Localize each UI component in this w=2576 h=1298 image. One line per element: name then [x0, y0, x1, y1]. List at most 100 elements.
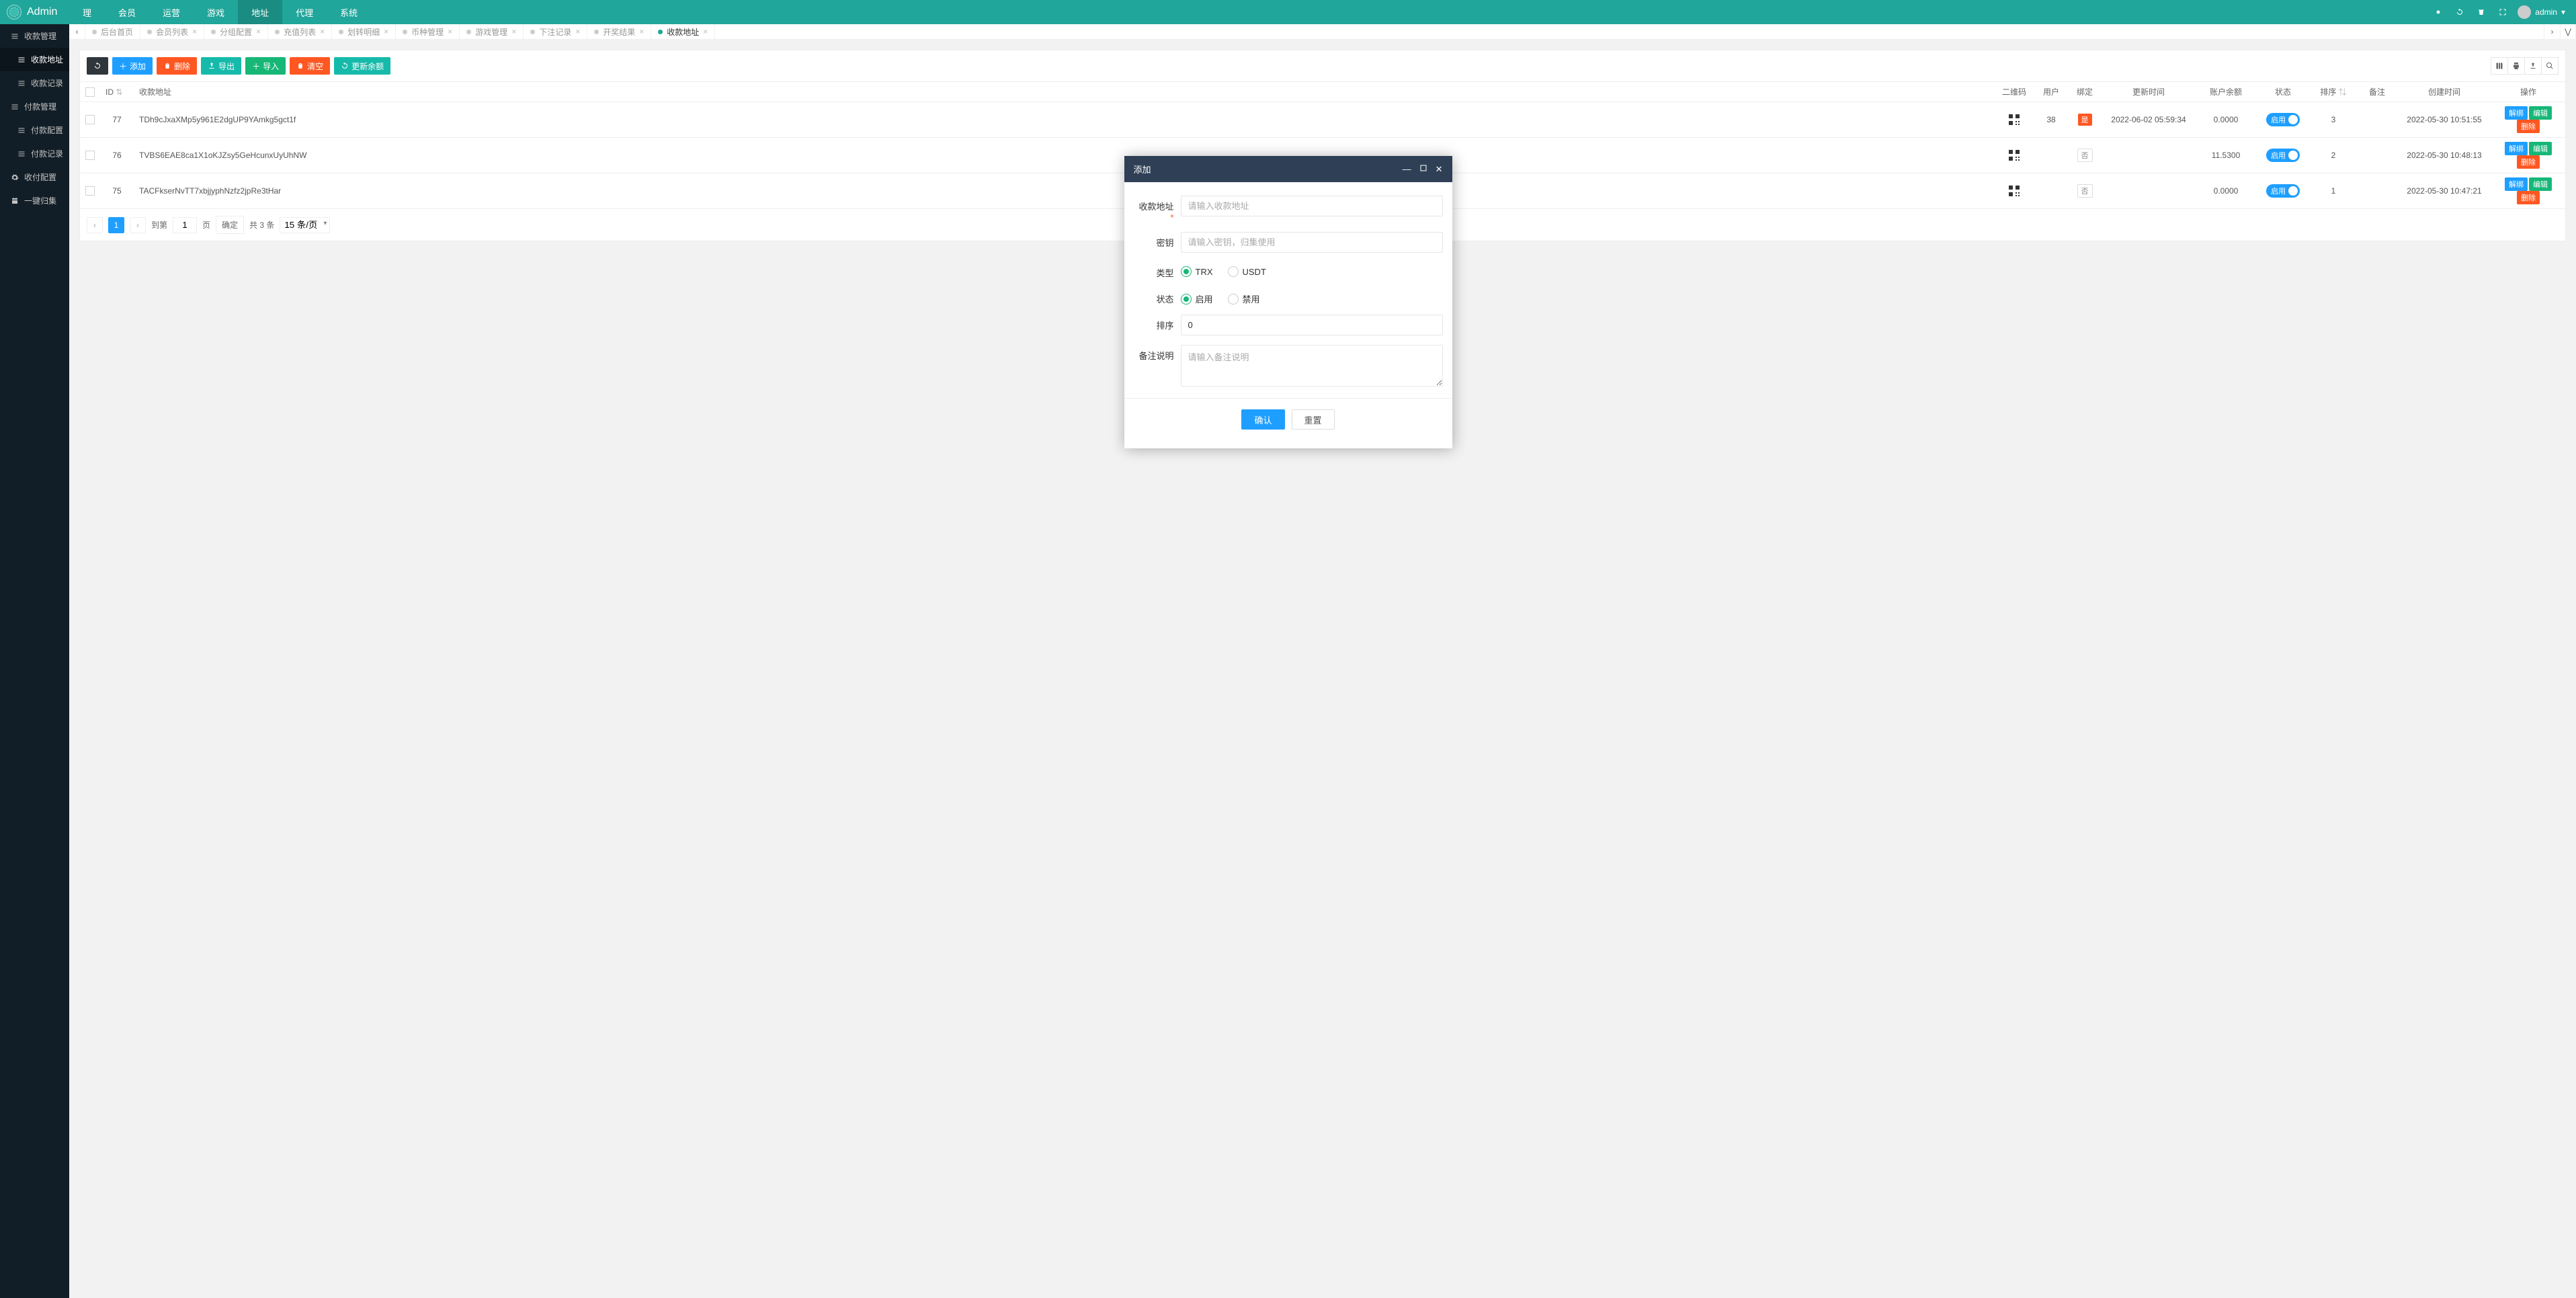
radio-disabled[interactable]: 禁用 — [1228, 292, 1260, 305]
tab-close-icon[interactable]: × — [256, 27, 261, 36]
nav-item-4[interactable]: 地址 — [238, 0, 282, 24]
sidebar-item-3[interactable]: 付款管理 — [0, 95, 69, 118]
prev-page[interactable]: ‹ — [87, 217, 103, 233]
user-menu[interactable]: admin ▾ — [2513, 5, 2569, 19]
remark-textarea[interactable] — [1181, 345, 1443, 387]
tab-2[interactable]: 分组配置× — [204, 24, 268, 39]
tab-close-icon[interactable]: × — [320, 27, 325, 36]
search-icon[interactable] — [2541, 57, 2559, 75]
row-checkbox[interactable] — [85, 186, 95, 196]
tab-9[interactable]: 收款地址× — [651, 24, 715, 39]
nav-item-5[interactable]: 代理 — [282, 0, 327, 24]
confirm-button[interactable]: 确认 — [1241, 409, 1284, 430]
page-1[interactable]: 1 — [108, 217, 124, 233]
nav-item-6[interactable]: 系统 — [327, 0, 371, 24]
columns-icon[interactable] — [2491, 57, 2508, 75]
delete-row-button[interactable]: 删除 — [2517, 191, 2540, 204]
tabs-scroll-right[interactable]: › — [2544, 24, 2560, 39]
radio-usdt[interactable]: USDT — [1228, 266, 1266, 277]
sidebar-item-2[interactable]: 收款记录 — [0, 71, 69, 95]
unbind-button[interactable]: 解绑 — [2505, 106, 2528, 120]
dialog-header[interactable]: 添加 — ✕ — [1124, 156, 1452, 182]
sort-input[interactable] — [1181, 315, 1443, 335]
edit-button[interactable]: 编辑 — [2529, 177, 2552, 191]
qrcode-icon[interactable] — [2009, 114, 2020, 125]
tab-0[interactable]: 后台首页 — [85, 24, 140, 39]
page-input[interactable] — [173, 217, 197, 233]
next-page[interactable]: › — [130, 217, 146, 233]
fullscreen-icon[interactable] — [2492, 0, 2513, 24]
tab-dot — [530, 30, 535, 34]
delete-button[interactable]: 删除 — [157, 57, 197, 75]
per-page-select[interactable]: 15 条/页 — [280, 217, 330, 233]
delete-row-button[interactable]: 删除 — [2517, 120, 2540, 133]
address-input[interactable] — [1181, 196, 1443, 216]
status-switch[interactable]: 启用 — [2266, 113, 2300, 126]
tab-dot — [92, 30, 97, 34]
tabs-menu[interactable]: ⋁ — [2560, 24, 2576, 39]
print-icon[interactable] — [2507, 57, 2525, 75]
sidebar-item-6[interactable]: 收付配置 — [0, 165, 69, 189]
nav-item-1[interactable]: 会员 — [105, 0, 149, 24]
refresh-button[interactable] — [87, 57, 108, 75]
status-switch[interactable]: 启用 — [2266, 184, 2300, 198]
qrcode-icon[interactable] — [2009, 150, 2020, 161]
tab-dot — [594, 30, 599, 34]
tab-5[interactable]: 币种管理× — [396, 24, 460, 39]
qrcode-icon[interactable] — [2009, 186, 2020, 196]
status-switch[interactable]: 启用 — [2266, 149, 2300, 162]
tab-close-icon[interactable]: × — [575, 27, 580, 36]
tab-6[interactable]: 游戏管理× — [460, 24, 524, 39]
tab-close-icon[interactable]: × — [192, 27, 197, 36]
reset-button[interactable]: 重置 — [1292, 409, 1335, 430]
sidebar-item-5[interactable]: 付款记录 — [0, 142, 69, 165]
key-input[interactable] — [1181, 232, 1443, 253]
notification-icon[interactable] — [2427, 0, 2449, 24]
nav-item-2[interactable]: 运营 — [149, 0, 194, 24]
pager-confirm[interactable]: 确定 — [216, 216, 244, 234]
tabs-scroll-left[interactable]: ‹ — [69, 24, 85, 39]
edit-button[interactable]: 编辑 — [2529, 142, 2552, 155]
tab-8[interactable]: 开奖结果× — [587, 24, 651, 39]
nav-item-3[interactable]: 游戏 — [194, 0, 238, 24]
minimize-icon[interactable]: — — [1403, 164, 1411, 175]
tab-7[interactable]: 下注记录× — [524, 24, 587, 39]
import-button[interactable]: ＋导入 — [245, 57, 286, 75]
tab-dot — [147, 30, 152, 34]
add-button[interactable]: ＋添加 — [112, 57, 153, 75]
sidebar-item-4[interactable]: 付款配置 — [0, 118, 69, 142]
unbind-button[interactable]: 解绑 — [2505, 177, 2528, 191]
sidebar-item-1[interactable]: 收款地址 — [0, 48, 69, 71]
edit-button[interactable]: 编辑 — [2529, 106, 2552, 120]
update-balance-button[interactable]: 更新余额 — [334, 57, 390, 75]
sort-icon[interactable]: ⇅ — [2339, 87, 2347, 97]
close-icon[interactable]: ✕ — [1436, 164, 1443, 175]
tab-close-icon[interactable]: × — [511, 27, 516, 36]
tab-close-icon[interactable]: × — [639, 27, 644, 36]
logo[interactable]: Admin — [0, 5, 69, 19]
sidebar-item-7[interactable]: 一键归集 — [0, 189, 69, 212]
tab-3[interactable]: 充值列表× — [268, 24, 332, 39]
tab-close-icon[interactable]: × — [384, 27, 388, 36]
tab-close-icon[interactable]: × — [703, 27, 708, 36]
unbind-button[interactable]: 解绑 — [2505, 142, 2528, 155]
nav-item-0[interactable]: 理 — [69, 0, 105, 24]
tab-close-icon[interactable]: × — [448, 27, 452, 36]
radio-trx[interactable]: TRX — [1181, 266, 1213, 277]
row-checkbox[interactable] — [85, 151, 95, 160]
delete-row-button[interactable]: 删除 — [2517, 155, 2540, 169]
export-icon[interactable] — [2524, 57, 2542, 75]
tab-4[interactable]: 划转明细× — [332, 24, 396, 39]
refresh-icon[interactable] — [2449, 0, 2470, 24]
trash-icon[interactable] — [2470, 0, 2492, 24]
sort-icon[interactable]: ⇅ — [116, 87, 122, 97]
clear-button[interactable]: 清空 — [290, 57, 330, 75]
plus-icon: ＋ — [119, 60, 127, 72]
row-checkbox[interactable] — [85, 115, 95, 124]
maximize-icon[interactable] — [1419, 164, 1427, 175]
tab-1[interactable]: 会员列表× — [140, 24, 204, 39]
radio-enabled[interactable]: 启用 — [1181, 292, 1213, 305]
select-all-checkbox[interactable] — [85, 87, 95, 97]
sidebar-item-0[interactable]: 收款管理 — [0, 24, 69, 48]
export-button[interactable]: 导出 — [201, 57, 241, 75]
